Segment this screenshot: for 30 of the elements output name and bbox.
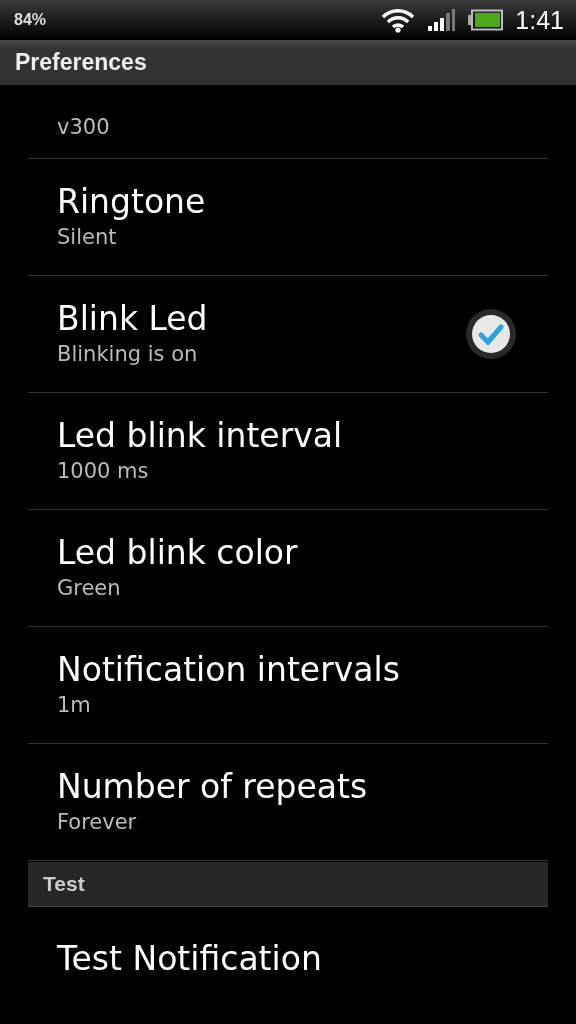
preference-title: Number of repeats: [57, 767, 368, 807]
battery-icon: [467, 9, 504, 31]
section-title: Test: [43, 872, 85, 896]
preference-title: Test Notification: [57, 939, 322, 979]
preference-summary: Forever: [57, 809, 138, 836]
preference-item[interactable]: Led blink interval 1000 ms: [28, 393, 548, 510]
wifi-icon: [381, 7, 416, 33]
preference-summary: v300: [57, 114, 110, 141]
preference-title: Ringtone: [57, 182, 206, 222]
preference-summary: 1000 ms: [57, 458, 150, 485]
preference-item[interactable]: Ringtone Silent: [28, 159, 548, 276]
preference-summary: 1m: [57, 692, 92, 719]
preference-item[interactable]: Blink Led Blinking is on: [28, 276, 548, 393]
preference-item[interactable]: Notification intervals 1m: [28, 627, 548, 744]
preference-title: Led blink interval: [57, 416, 343, 456]
preference-title: Notification intervals: [57, 650, 400, 690]
battery-percent: 84%: [14, 11, 47, 29]
preference-title: Led blink color: [57, 533, 298, 573]
preference-item[interactable]: Test Notification: [28, 907, 548, 1024]
preference-item[interactable]: Led blink color Green: [28, 510, 548, 627]
screen-title: Preferences: [15, 49, 147, 76]
checkbox[interactable]: [464, 307, 518, 361]
preference-item[interactable]: v300: [28, 85, 548, 159]
preference-summary: Silent: [57, 224, 118, 251]
clock: 1:41: [515, 5, 564, 35]
preference-summary: Blinking is on: [57, 341, 199, 368]
signal-icon: [427, 8, 456, 32]
preference-title: Blink Led: [57, 299, 208, 339]
preference-item[interactable]: Number of repeats Forever: [28, 744, 548, 861]
preference-summary: Green: [57, 575, 122, 602]
